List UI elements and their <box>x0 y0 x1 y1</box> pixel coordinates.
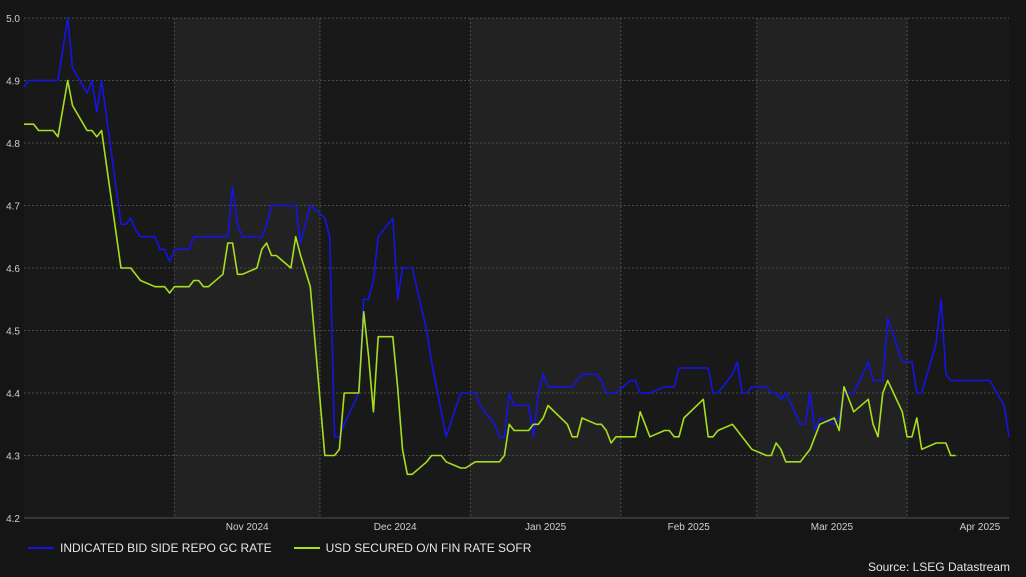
x-tick-label: Mar 2025 <box>811 522 854 533</box>
y-tick-label: 4.8 <box>6 139 20 150</box>
legend: INDICATED BID SIDE REPO GC RATE USD SECU… <box>28 541 531 555</box>
x-axis: Nov 2024 Dec 2024 Jan 2025 Feb 2025 Mar 2025… <box>226 522 1001 533</box>
line-chart: 4.2 4.3 4.4 4.5 4.6 4.7 4.8 4.9 5.0 Nov 2024 Dec … <box>6 14 1010 533</box>
legend-label-sofr: USD SECURED O/N FIN RATE SOFR <box>325 541 532 555</box>
y-axis: 4.2 4.3 4.4 4.5 4.6 4.7 4.8 4.9 5.0 <box>6 14 20 525</box>
y-tick-label: 4.7 <box>6 202 20 213</box>
y-tick-label: 4.4 <box>6 389 20 400</box>
source-note: Source: LSEG Datastream <box>867 560 1010 574</box>
legend-item-repo: INDICATED BID SIDE REPO GC RATE <box>28 541 272 555</box>
y-tick-label: 4.3 <box>6 452 20 463</box>
y-tick-label: 5.0 <box>6 14 20 25</box>
legend-label-repo: INDICATED BID SIDE REPO GC RATE <box>60 541 272 555</box>
x-tick-label: Dec 2024 <box>374 522 417 533</box>
legend-swatch-repo <box>28 547 54 549</box>
y-tick-label: 4.6 <box>6 264 20 275</box>
x-tick-label: Nov 2024 <box>226 522 269 533</box>
x-tick-label: Jan 2025 <box>525 522 567 533</box>
legend-item-sofr: USD SECURED O/N FIN RATE SOFR <box>293 541 532 555</box>
x-tick-label: Feb 2025 <box>668 522 711 533</box>
x-tick-label: Apr 2025 <box>960 522 1001 533</box>
y-tick-label: 4.2 <box>6 514 20 525</box>
y-tick-label: 4.5 <box>6 327 20 338</box>
legend-swatch-sofr <box>293 547 320 549</box>
y-tick-label: 4.9 <box>6 77 20 88</box>
